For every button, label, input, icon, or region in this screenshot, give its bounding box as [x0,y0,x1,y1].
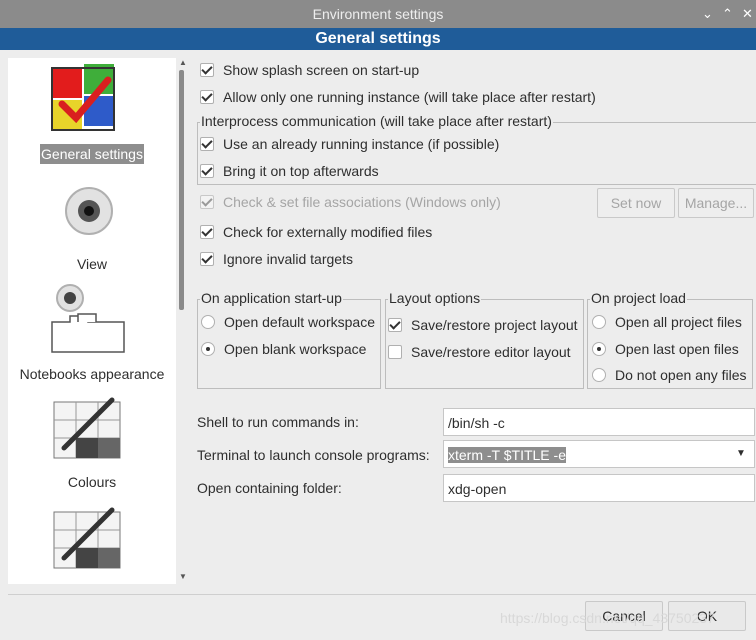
notebook-tabs-icon [51,284,125,353]
eye-icon [65,187,113,235]
minimize-icon[interactable]: ⌄ [702,0,713,28]
window-title: Environment settings [312,6,444,22]
use-running-instance-checkbox[interactable]: Use an already running instance (if poss… [200,134,499,154]
checkbox-icon[interactable] [200,137,214,151]
sidebar-item-general-settings[interactable]: General settings [8,58,176,173]
window-titlebar: Environment settings ⌄ ⌃ ✕ [0,0,756,28]
sidebar-item-view[interactable]: View [8,180,176,280]
dropdown-arrow-icon[interactable]: ▼ [728,441,754,467]
check-modified-checkbox[interactable]: Check for externally modified files [200,222,432,242]
sidebar-item-label: Colours [67,474,117,490]
checkbox-icon[interactable] [200,195,214,209]
shell-label: Shell to run commands in: [197,414,359,430]
colour-palette-icon [53,397,121,459]
checkbox-icon[interactable] [200,164,214,178]
open-folder-label: Open containing folder: [197,480,342,496]
radio-icon[interactable] [592,342,606,356]
set-now-button[interactable]: Set now [597,188,675,218]
scroll-up-icon[interactable]: ▲ [178,58,188,67]
close-icon[interactable]: ✕ [742,0,753,28]
checkbox-icon[interactable] [388,318,402,332]
shell-input[interactable]: /bin/sh -c [443,408,755,436]
checkbox-icon[interactable] [200,63,214,77]
ignore-invalid-checkbox[interactable]: Ignore invalid targets [200,249,353,269]
terminal-label: Terminal to launch console programs: [197,447,430,463]
radio-icon[interactable] [201,315,215,329]
radio-icon[interactable] [201,342,215,356]
save-project-layout-checkbox[interactable]: Save/restore project layout [388,315,578,335]
checkbox-icon[interactable] [200,225,214,239]
project-load-group-title: On project load [590,290,687,306]
sidebar-item-next[interactable] [8,502,176,582]
page-header: General settings [0,28,756,50]
open-default-workspace-radio[interactable]: Open default workspace [201,312,375,332]
colour-palette-icon [53,507,121,569]
sidebar-item-label: General settings [40,144,144,164]
layout-group-title: Layout options [388,290,482,306]
sidebar-scrollbar[interactable]: ▲ ▼ [178,58,188,584]
checkbox-icon[interactable] [200,90,214,104]
single-instance-checkbox[interactable]: Allow only one running instance (will ta… [200,87,596,107]
open-blank-workspace-radio[interactable]: Open blank workspace [201,339,366,359]
open-folder-input[interactable]: xdg-open [443,474,755,502]
radio-icon[interactable] [592,368,606,382]
sidebar-item-notebooks-appearance[interactable]: Notebooks appearance [8,282,176,392]
file-associations-checkbox[interactable]: Check & set file associations (Windows o… [200,192,501,212]
checkbox-icon[interactable] [388,345,402,359]
footer-divider [8,594,756,595]
terminal-value[interactable]: xterm -T $TITLE -e [448,447,566,463]
maximize-icon[interactable]: ⌃ [722,0,733,28]
general-settings-icon [51,64,115,131]
save-editor-layout-checkbox[interactable]: Save/restore editor layout [388,342,571,362]
settings-category-list[interactable]: General settings View Notebooks appearan… [8,58,176,584]
do-not-open-files-radio[interactable]: Do not open any files [592,365,747,385]
radio-icon[interactable] [592,315,606,329]
manage-button[interactable]: Manage... [678,188,754,218]
startup-group-title: On application start-up [200,290,343,306]
checkbox-icon[interactable] [200,252,214,266]
watermark: https://blog.csdn.net/qq_43750237 [500,610,715,626]
ipc-group-title: Interprocess communication (will take pl… [200,113,553,129]
bring-on-top-checkbox[interactable]: Bring it on top afterwards [200,161,379,181]
scroll-down-icon[interactable]: ▼ [178,572,188,581]
open-all-project-files-radio[interactable]: Open all project files [592,312,742,332]
scrollbar-thumb[interactable] [179,70,184,310]
open-last-open-files-radio[interactable]: Open last open files [592,339,739,359]
terminal-combobox[interactable]: xterm -T $TITLE -e ▼ [443,440,755,468]
sidebar-item-label: View [76,256,108,272]
splash-checkbox[interactable]: Show splash screen on start-up [200,60,419,80]
sidebar-item-colours[interactable]: Colours [8,392,176,500]
sidebar-item-label: Notebooks appearance [19,366,165,382]
